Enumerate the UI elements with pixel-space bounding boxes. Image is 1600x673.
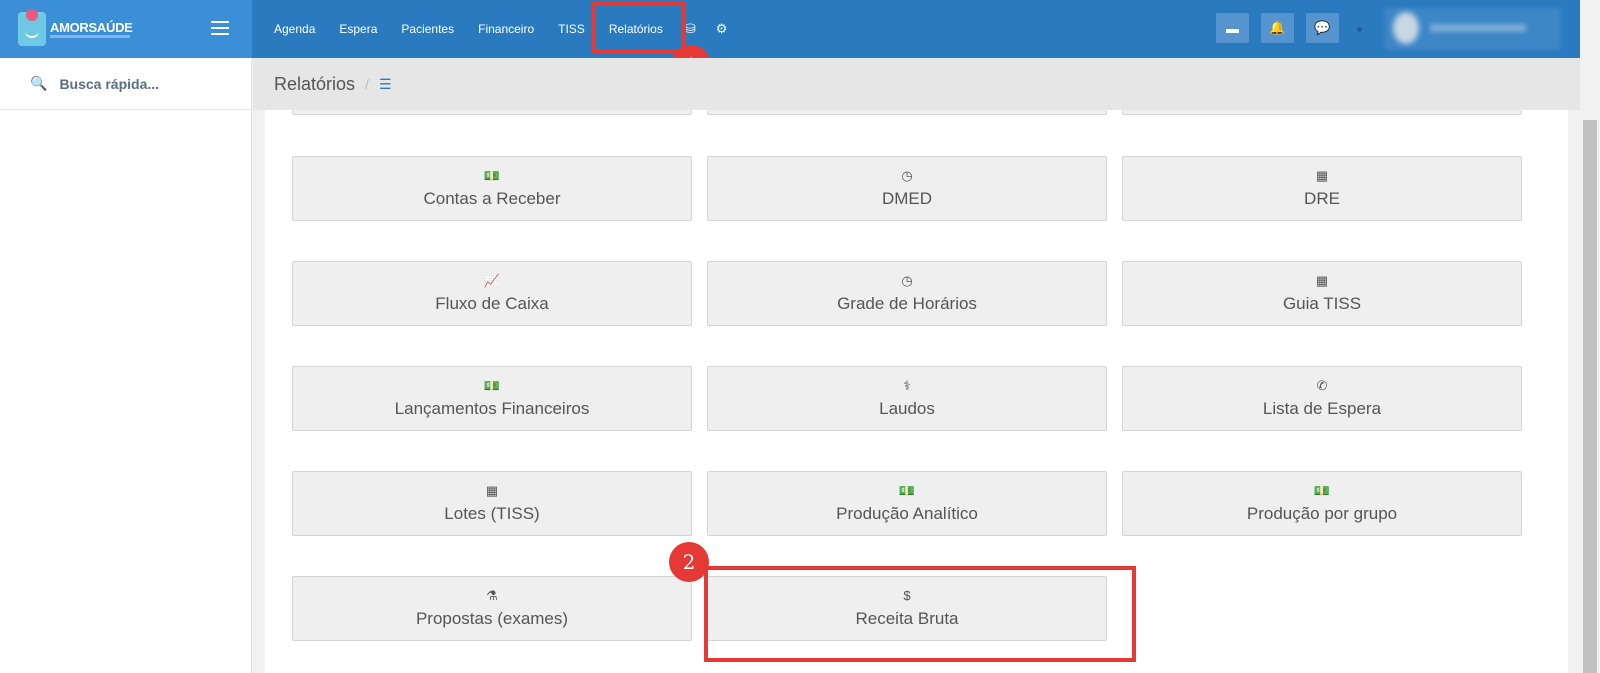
report-card-partial[interactable] — [1122, 110, 1522, 115]
report-card-label: Produção por grupo — [1246, 504, 1398, 523]
callout-box-2 — [704, 566, 1136, 662]
report-card-partial[interactable] — [707, 110, 1107, 115]
report-card-label: Fluxo de Caixa — [435, 294, 549, 313]
report-card-producao-por-grupo[interactable]: 💵 Produção por grupo — [1122, 471, 1522, 536]
report-card-dre[interactable]: ▦ DRE — [1122, 156, 1522, 221]
callout-number-2: 2 — [669, 542, 709, 582]
bell-icon[interactable]: 🔔 — [1261, 13, 1294, 43]
brand-tagline-bar — [50, 35, 130, 38]
report-card-label: Propostas (exames) — [415, 609, 569, 628]
nav-pacientes[interactable]: Pacientes — [389, 0, 466, 58]
report-card-lotes-tiss[interactable]: ▦ Lotes (TISS) — [292, 471, 692, 536]
money-icon: 💵 — [483, 378, 501, 393]
page-title: Relatórios — [274, 73, 356, 94]
gear-icon[interactable]: ⚙ — [706, 0, 738, 58]
list-icon[interactable]: ☰ — [379, 76, 392, 93]
table-icon: ▦ — [1315, 273, 1329, 288]
user-md-icon: ⚕ — [903, 378, 911, 393]
top-navbar: AMORSAÚDE Agenda Espera Pacientes Financ… — [0, 0, 1600, 58]
report-card-label: DMED — [881, 189, 933, 208]
card-icon[interactable]: ▬ — [1216, 13, 1249, 43]
report-card-fluxo-de-caixa[interactable]: 📈 Fluxo de Caixa — [292, 261, 692, 326]
nav-financeiro[interactable]: Financeiro — [466, 0, 546, 58]
nav-tiss[interactable]: TISS — [546, 0, 597, 58]
clock-icon: ◷ — [901, 273, 913, 288]
report-card-label: DRE — [1304, 189, 1340, 208]
report-card-propostas-exames[interactable]: ⚗ Propostas (exames) — [292, 576, 692, 641]
money-icon: 💵 — [1313, 483, 1331, 498]
flask-icon: ⚗ — [486, 588, 498, 603]
report-card-laudos[interactable]: ⚕ Laudos — [707, 366, 1107, 431]
status-dot — [1357, 27, 1362, 32]
report-card-grade-de-horarios[interactable]: ◷ Grade de Horários — [707, 261, 1107, 326]
table-icon: ▦ — [1315, 168, 1329, 183]
report-card-lista-de-espera[interactable]: ✆ Lista de Espera — [1122, 366, 1522, 431]
report-card-dmed[interactable]: ◷ DMED — [707, 156, 1107, 221]
chat-icon[interactable]: 💬 — [1306, 13, 1339, 43]
report-card-label: Guia TISS — [1282, 294, 1362, 313]
sidebar: 🔍 — [0, 58, 252, 673]
user-name-blurred — [1430, 24, 1526, 32]
nav-agenda[interactable]: Agenda — [262, 0, 327, 58]
callout-box-1 — [592, 2, 686, 53]
report-card-label: Lista de Espera — [1262, 399, 1382, 418]
clock-icon: ◷ — [901, 168, 913, 183]
report-card-label: Produção Analítico — [836, 504, 978, 523]
money-icon: 💵 — [898, 483, 916, 498]
table-icon: ▦ — [485, 483, 499, 498]
breadcrumb: Relatórios / ☰ — [253, 58, 1580, 110]
line-chart-icon: 📈 — [483, 273, 501, 288]
brand-area[interactable]: AMORSAÚDE — [0, 0, 252, 58]
report-card-partial[interactable] — [292, 110, 692, 115]
nav-espera[interactable]: Espera — [327, 0, 389, 58]
report-card-guia-tiss[interactable]: ▦ Guia TISS — [1122, 261, 1522, 326]
phone-icon: ✆ — [1316, 378, 1328, 393]
report-card-lancamentos-financeiros[interactable]: 💵 Lançamentos Financeiros — [292, 366, 692, 431]
quick-search: 🔍 — [0, 58, 252, 110]
search-input[interactable] — [59, 75, 210, 92]
breadcrumb-separator: / — [365, 76, 369, 92]
report-card-label: Contas a Receber — [423, 189, 561, 208]
brand-name: AMORSAÚDE — [50, 20, 133, 35]
report-card-producao-analitico[interactable]: 💵 Produção Analítico — [707, 471, 1107, 536]
report-card-label: Lotes (TISS) — [444, 504, 540, 523]
scrollbar-thumb[interactable] — [1583, 120, 1597, 673]
search-icon: 🔍 — [30, 75, 48, 91]
report-card-contas-a-receber[interactable]: 💵 Contas a Receber — [292, 156, 692, 221]
menu-toggle-icon[interactable] — [211, 21, 229, 35]
money-icon: 💵 — [483, 168, 501, 183]
report-card-label: Laudos — [879, 399, 935, 418]
logo-icon — [18, 9, 46, 46]
report-card-label: Grade de Horários — [837, 294, 977, 313]
report-card-label: Lançamentos Financeiros — [394, 399, 590, 418]
avatar — [1393, 12, 1419, 44]
